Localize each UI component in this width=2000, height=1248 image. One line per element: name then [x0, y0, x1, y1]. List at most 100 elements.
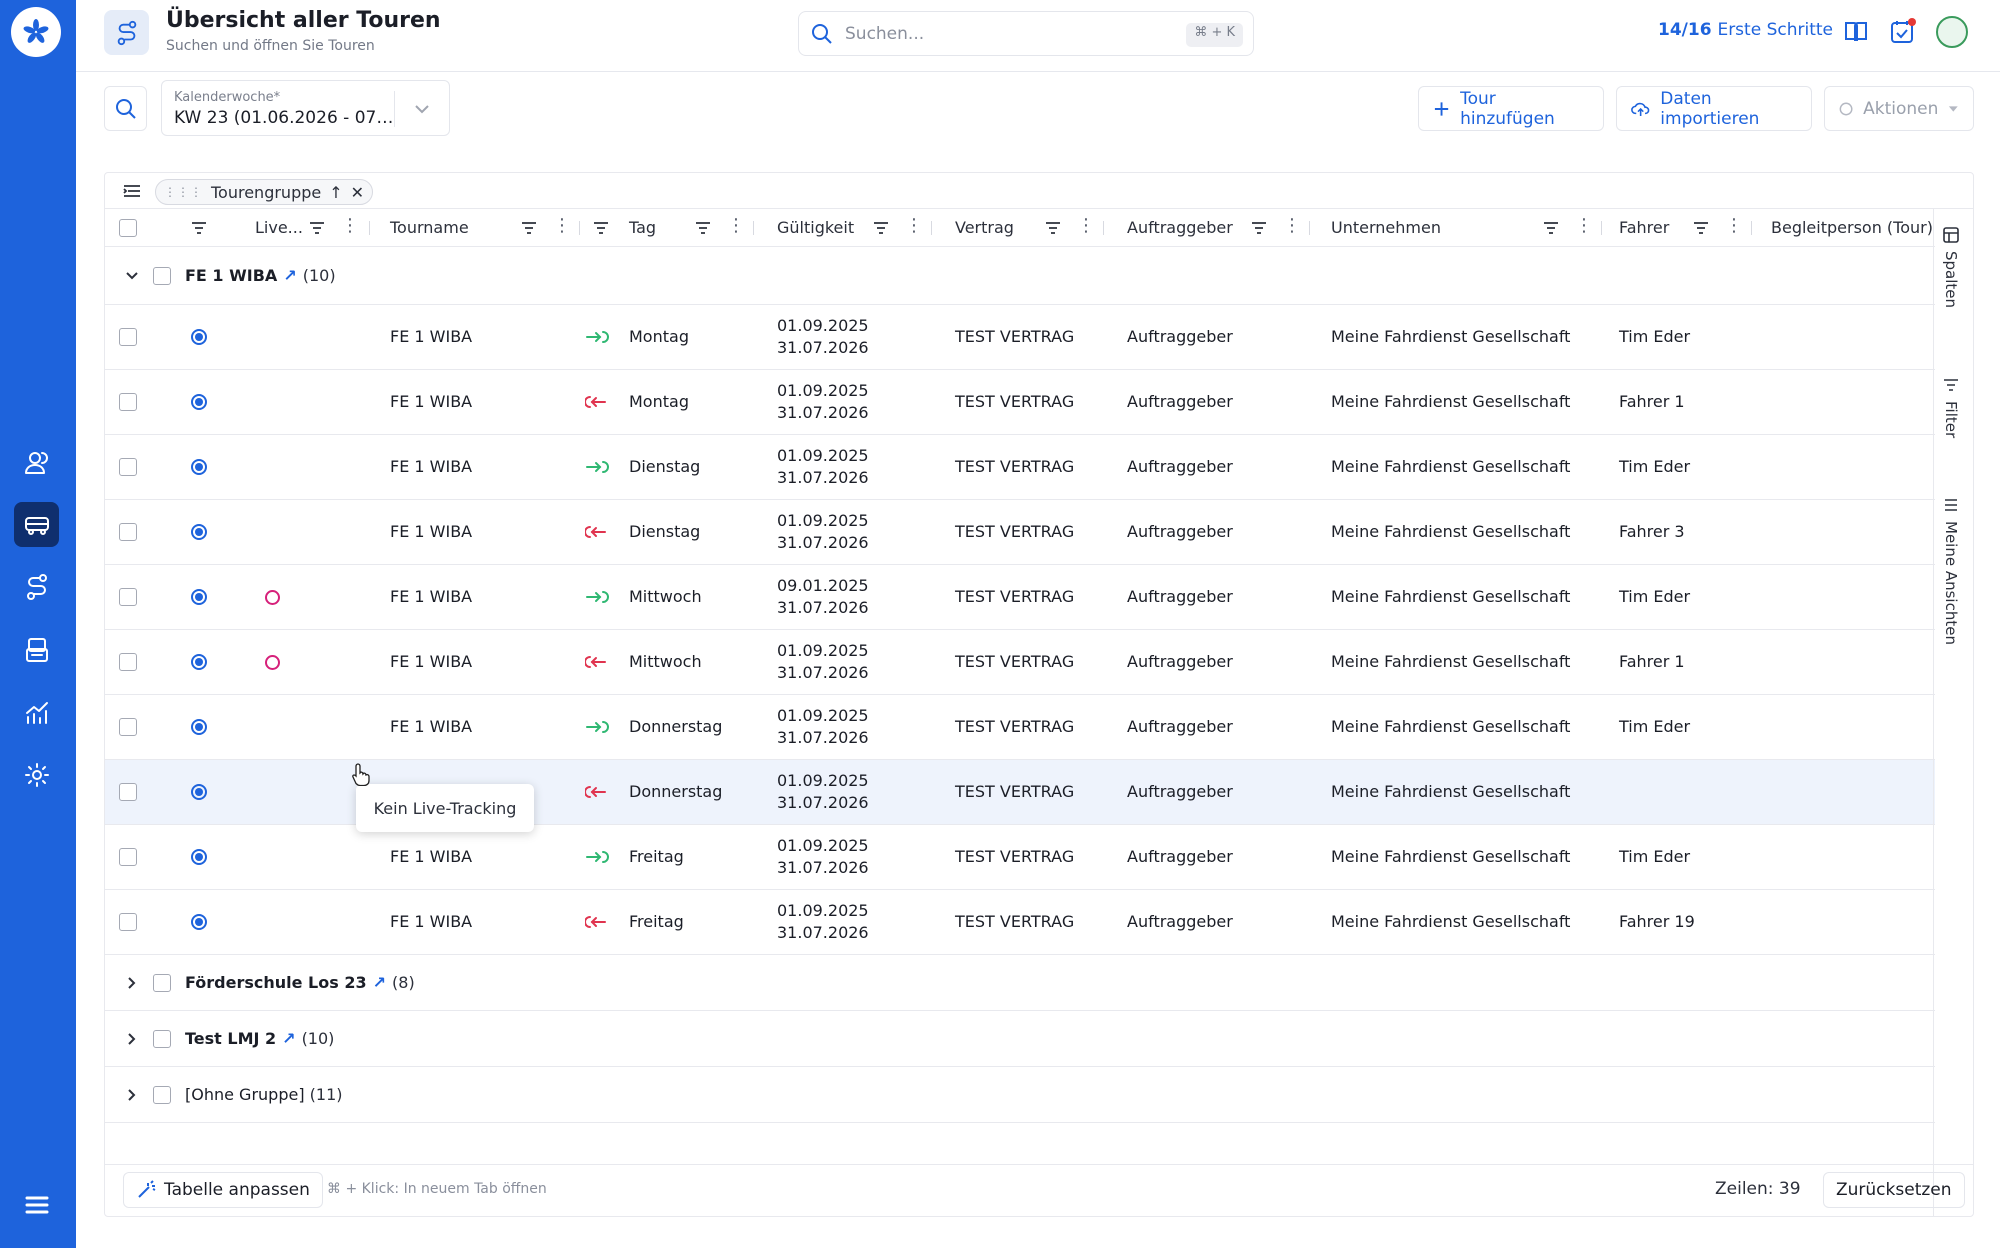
- col-vertrag[interactable]: Vertrag: [955, 218, 1014, 237]
- open-link-icon[interactable]: ↗: [373, 973, 386, 992]
- col-tourname[interactable]: Tourname: [390, 218, 469, 237]
- sort-ascending-icon[interactable]: ↑: [329, 183, 342, 202]
- group-rows-icon[interactable]: [123, 183, 141, 199]
- calendar-week-select[interactable]: Kalenderwoche* KW 23 (01.06.2026 - 07.06…: [161, 80, 450, 136]
- open-link-icon[interactable]: ↗: [282, 1029, 295, 1048]
- column-divider[interactable]: [1751, 221, 1752, 235]
- column-menu-icon[interactable]: ⋮: [1725, 217, 1743, 235]
- filter-icon[interactable]: [1693, 220, 1709, 236]
- nav-tours[interactable]: [14, 502, 59, 547]
- tab-filter[interactable]: Filter: [1942, 377, 1960, 438]
- table-row[interactable]: FE 1 WIBA Dienstag 01.09.2025 31.07.2026 TES…: [105, 500, 1935, 565]
- chevron-right-icon[interactable]: [125, 1088, 139, 1102]
- table-row[interactable]: FE 1 WIBA Freitag 01.09.2025 31.07.2026 TEST…: [105, 890, 1935, 955]
- row-status-radio[interactable]: [191, 524, 207, 540]
- group-checkbox[interactable]: [153, 974, 171, 992]
- group-row[interactable]: FE 1 WIBA ↗ (10): [105, 247, 1935, 305]
- col-unternehmen[interactable]: Unternehmen: [1331, 218, 1441, 237]
- row-checkbox[interactable]: [119, 523, 137, 541]
- col-live[interactable]: Live...: [255, 218, 303, 237]
- group-row[interactable]: Test LMJ 2 ↗ (10): [105, 1011, 1935, 1067]
- row-checkbox[interactable]: [119, 458, 137, 476]
- col-tag[interactable]: Tag: [629, 218, 656, 237]
- add-tour-button[interactable]: Tour hinzufügen: [1418, 86, 1604, 131]
- table-row[interactable]: FE 1 WIBA Mittwoch 09.01.2025 31.07.2026 TES…: [105, 565, 1935, 630]
- row-checkbox[interactable]: [119, 393, 137, 411]
- row-status-radio[interactable]: [191, 719, 207, 735]
- column-divider[interactable]: [1309, 221, 1310, 235]
- customize-table-button[interactable]: Tabelle anpassen: [123, 1172, 323, 1208]
- filter-icon[interactable]: [191, 220, 207, 236]
- table-search-button[interactable]: [104, 86, 147, 131]
- cell-tourname[interactable]: FE 1 WIBA: [390, 457, 472, 476]
- nav-printer[interactable]: [14, 627, 59, 672]
- table-row[interactable]: FE 1 WIBA Donnerstag 01.09.2025 31.07.2026 T…: [105, 695, 1935, 760]
- group-row[interactable]: Förderschule Los 23 ↗ (8): [105, 955, 1935, 1011]
- tab-my-views[interactable]: Meine Ansichten: [1942, 497, 1960, 645]
- user-avatar[interactable]: [1936, 16, 1968, 48]
- live-tracking-indicator[interactable]: [265, 655, 280, 670]
- table-row[interactable]: FE 1 WIBA Dienstag 01.09.2025 31.07.2026 TES…: [105, 435, 1935, 500]
- column-divider[interactable]: [579, 221, 580, 235]
- nav-statistics[interactable]: [14, 690, 59, 735]
- filter-icon[interactable]: [1251, 220, 1267, 236]
- column-divider[interactable]: [931, 221, 932, 235]
- reset-button[interactable]: Zurücksetzen: [1823, 1172, 1965, 1208]
- book-icon[interactable]: [1842, 18, 1870, 46]
- filter-icon[interactable]: [1543, 220, 1559, 236]
- column-menu-icon[interactable]: ⋮: [905, 217, 923, 235]
- table-row[interactable]: FE 1 WIBA Mittwoch 01.09.2025 31.07.2026 TES…: [105, 630, 1935, 695]
- app-logo[interactable]: [11, 7, 61, 57]
- filter-icon[interactable]: [873, 220, 889, 236]
- row-status-radio[interactable]: [191, 654, 207, 670]
- col-begleitperson[interactable]: Begleitperson (Tour): [1771, 218, 1933, 237]
- actions-menu-button[interactable]: Aktionen: [1824, 86, 1974, 131]
- cell-tourname[interactable]: FE 1 WIBA: [390, 652, 472, 671]
- group-row[interactable]: [Ohne Gruppe] (11): [105, 1067, 1935, 1123]
- chevron-down-icon[interactable]: [125, 269, 139, 283]
- filter-icon[interactable]: [695, 220, 711, 236]
- group-name[interactable]: FE 1 WIBA ↗ (10): [185, 266, 336, 285]
- group-chip-tourengruppe[interactable]: ⋮⋮⋮ Tourengruppe ↑ ✕: [155, 179, 374, 205]
- group-checkbox[interactable]: [153, 1086, 171, 1104]
- filter-icon[interactable]: [521, 220, 537, 236]
- row-status-radio[interactable]: [191, 394, 207, 410]
- column-menu-icon[interactable]: ⋮: [1283, 217, 1301, 235]
- row-checkbox[interactable]: [119, 783, 137, 801]
- onboarding-steps-link[interactable]: 14/16 Erste Schritte: [1658, 20, 1833, 40]
- import-data-button[interactable]: Daten importieren: [1616, 86, 1812, 131]
- select-all-checkbox[interactable]: [119, 219, 137, 237]
- nav-settings[interactable]: [14, 752, 59, 797]
- tasks-icon[interactable]: [1888, 18, 1916, 46]
- open-link-icon[interactable]: ↗: [283, 266, 296, 285]
- row-status-radio[interactable]: [191, 459, 207, 475]
- table-row[interactable]: FE 1 WIBA Freitag 01.09.2025 31.07.2026 TEST…: [105, 825, 1935, 890]
- row-status-radio[interactable]: [191, 329, 207, 345]
- row-status-radio[interactable]: [191, 914, 207, 930]
- col-auftraggeber[interactable]: Auftraggeber: [1127, 218, 1233, 237]
- cell-tourname[interactable]: FE 1 WIBA: [390, 847, 472, 866]
- group-checkbox[interactable]: [153, 1030, 171, 1048]
- cell-tourname[interactable]: FE 1 WIBA: [390, 912, 472, 931]
- live-tracking-indicator[interactable]: [265, 590, 280, 605]
- chevron-right-icon[interactable]: [125, 976, 139, 990]
- row-status-radio[interactable]: [191, 589, 207, 605]
- column-menu-icon[interactable]: ⋮: [553, 217, 571, 235]
- column-menu-icon[interactable]: ⋮: [1575, 217, 1593, 235]
- column-menu-icon[interactable]: ⋮: [1077, 217, 1095, 235]
- row-checkbox[interactable]: [119, 328, 137, 346]
- filter-icon[interactable]: [1045, 220, 1061, 236]
- group-name[interactable]: Test LMJ 2 ↗ (10): [185, 1029, 334, 1048]
- drag-handle-icon[interactable]: ⋮⋮⋮: [164, 185, 203, 199]
- cell-tourname[interactable]: FE 1 WIBA: [390, 392, 472, 411]
- column-divider[interactable]: [369, 221, 370, 235]
- tab-columns[interactable]: Spalten: [1942, 227, 1960, 308]
- row-checkbox[interactable]: [119, 718, 137, 736]
- column-divider[interactable]: [753, 221, 754, 235]
- filter-icon[interactable]: [593, 220, 609, 236]
- group-name[interactable]: [Ohne Gruppe] (11): [185, 1085, 343, 1104]
- column-menu-icon[interactable]: ⋮: [727, 217, 745, 235]
- nav-menu-toggle[interactable]: [14, 1182, 59, 1227]
- chevron-right-icon[interactable]: [125, 1032, 139, 1046]
- row-checkbox[interactable]: [119, 848, 137, 866]
